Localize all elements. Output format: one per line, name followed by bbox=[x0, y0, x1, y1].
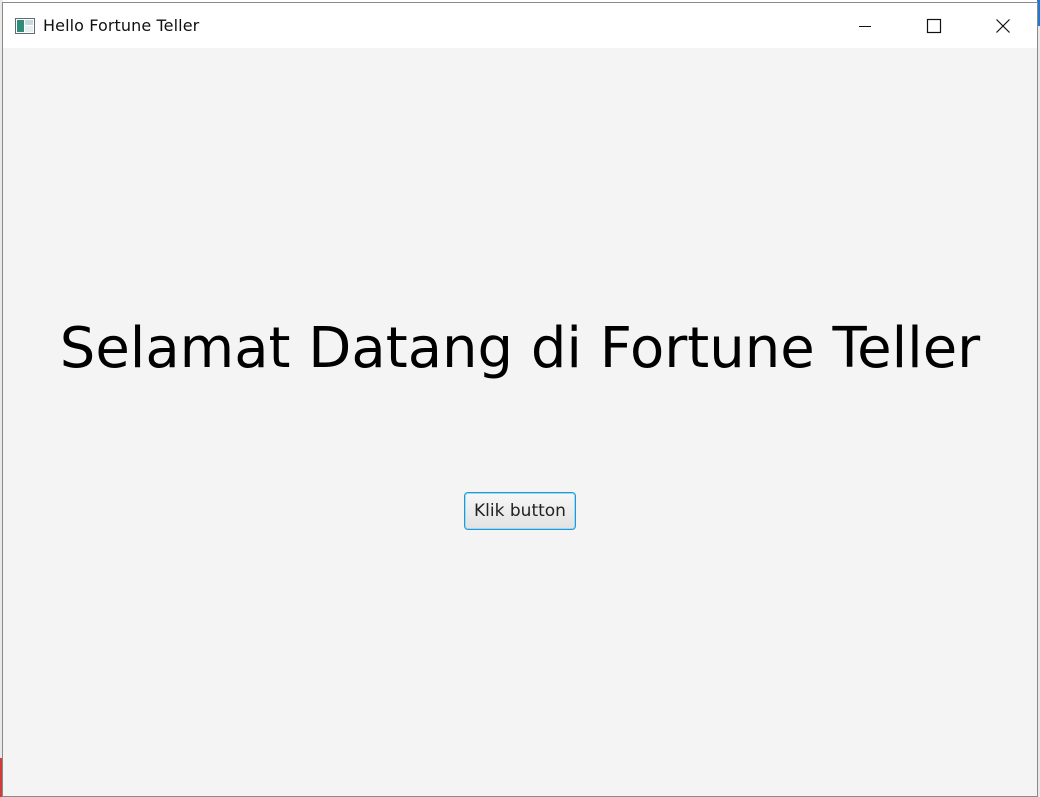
maximize-button[interactable] bbox=[899, 3, 968, 48]
minimize-button[interactable] bbox=[830, 3, 899, 48]
window-content: Selamat Datang di Fortune Teller Klik bu… bbox=[3, 48, 1037, 796]
app-window: Hello Fortune Teller Selamat Datang di F… bbox=[2, 2, 1038, 797]
maximize-icon bbox=[926, 18, 941, 33]
welcome-heading: Selamat Datang di Fortune Teller bbox=[59, 316, 981, 381]
minimize-icon bbox=[858, 25, 871, 27]
java-app-icon bbox=[15, 17, 35, 34]
window-titlebar[interactable]: Hello Fortune Teller bbox=[3, 3, 1037, 48]
window-title: Hello Fortune Teller bbox=[43, 16, 200, 35]
close-icon bbox=[995, 18, 1010, 33]
klik-button[interactable]: Klik button bbox=[464, 492, 576, 530]
close-button[interactable] bbox=[968, 3, 1037, 48]
window-controls bbox=[830, 3, 1037, 48]
titlebar-left: Hello Fortune Teller bbox=[3, 16, 199, 35]
